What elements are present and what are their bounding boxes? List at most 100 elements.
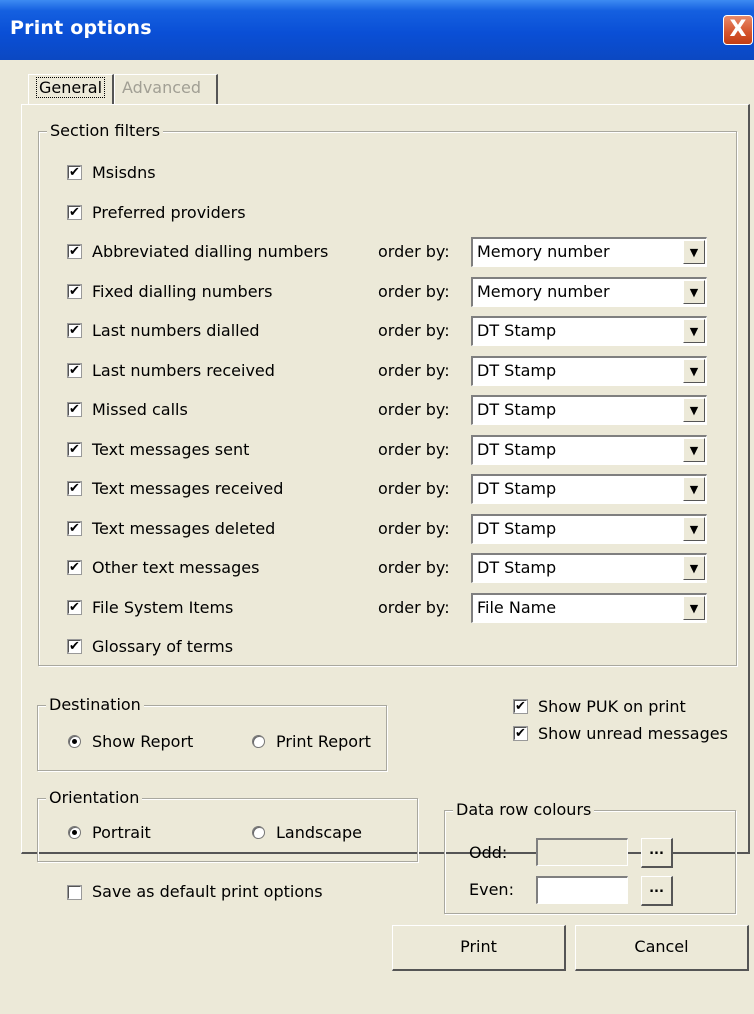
order-by-value: DT Stamp xyxy=(477,321,557,340)
filter-checkbox[interactable]: ✔ xyxy=(67,363,82,378)
order-by-label: order by: xyxy=(378,361,450,380)
filter-label: Text messages deleted xyxy=(92,519,276,538)
print-report-label: Print Report xyxy=(276,732,371,751)
landscape-label: Landscape xyxy=(276,823,362,842)
filter-label: Missed calls xyxy=(92,400,188,419)
close-button[interactable]: X xyxy=(723,15,753,45)
title-bar: Print options X xyxy=(0,0,754,60)
filter-label: File System Items xyxy=(92,598,234,617)
save-default-label: Save as default print options xyxy=(92,882,323,901)
order-by-select[interactable]: Memory number ▼ xyxy=(471,277,707,307)
tab-advanced-label: Advanced xyxy=(122,78,202,97)
odd-colour-swatch xyxy=(536,838,628,866)
save-default-checkbox[interactable] xyxy=(67,885,82,900)
order-by-value: File Name xyxy=(477,598,557,617)
filter-checkbox[interactable]: ✔ xyxy=(67,560,82,575)
order-by-select[interactable]: DT Stamp ▼ xyxy=(471,316,707,346)
order-by-select[interactable]: DT Stamp ▼ xyxy=(471,474,707,504)
even-label: Even: xyxy=(469,880,514,899)
order-by-value: DT Stamp xyxy=(477,479,557,498)
filter-checkbox[interactable]: ✔ xyxy=(67,284,82,299)
odd-colour-button-label: ... xyxy=(649,843,664,858)
print-report-radio[interactable] xyxy=(252,735,265,748)
order-by-value: DT Stamp xyxy=(477,361,557,380)
order-by-value: DT Stamp xyxy=(477,440,557,459)
even-colour-button-label: ... xyxy=(649,881,664,896)
tab-general-label: General xyxy=(36,77,106,98)
filter-checkbox[interactable]: ✔ xyxy=(67,323,82,338)
filter-label: Last numbers dialled xyxy=(92,321,260,340)
order-by-select[interactable]: DT Stamp ▼ xyxy=(471,435,707,465)
filter-checkbox[interactable]: ✔ xyxy=(67,521,82,536)
dropdown-arrow-icon[interactable]: ▼ xyxy=(683,280,705,304)
filter-label: Msisdns xyxy=(92,163,156,182)
filter-checkbox[interactable]: ✔ xyxy=(67,442,82,457)
show-report-label: Show Report xyxy=(92,732,194,751)
odd-colour-button[interactable]: ... xyxy=(641,838,673,868)
order-by-value: DT Stamp xyxy=(477,558,557,577)
close-icon: X xyxy=(729,17,747,42)
filter-checkbox[interactable]: ✔ xyxy=(67,639,82,654)
filter-checkbox[interactable]: ✔ xyxy=(67,244,82,259)
filter-checkbox[interactable]: ✔ xyxy=(67,165,82,180)
order-by-label: order by: xyxy=(378,282,450,301)
filter-label: Other text messages xyxy=(92,558,260,577)
order-by-select[interactable]: File Name ▼ xyxy=(471,593,707,623)
order-by-label: order by: xyxy=(378,400,450,419)
filter-label: Abbreviated dialling numbers xyxy=(92,242,329,261)
order-by-label: order by: xyxy=(378,242,450,261)
filter-label: Last numbers received xyxy=(92,361,275,380)
order-by-label: order by: xyxy=(378,558,450,577)
order-by-select[interactable]: DT Stamp ▼ xyxy=(471,356,707,386)
order-by-label: order by: xyxy=(378,440,450,459)
destination-legend: Destination xyxy=(46,695,144,715)
even-colour-button[interactable]: ... xyxy=(641,876,673,906)
filter-checkbox[interactable]: ✔ xyxy=(67,402,82,417)
cancel-button-label: Cancel xyxy=(634,937,689,956)
order-by-value: DT Stamp xyxy=(477,519,557,538)
filter-label: Text messages sent xyxy=(92,440,250,459)
tab-advanced[interactable]: Advanced xyxy=(114,74,218,104)
print-button[interactable]: Print xyxy=(392,925,566,971)
dropdown-arrow-icon[interactable]: ▼ xyxy=(683,556,705,580)
dropdown-arrow-icon[interactable]: ▼ xyxy=(683,438,705,462)
portrait-label: Portrait xyxy=(92,823,151,842)
dropdown-arrow-icon[interactable]: ▼ xyxy=(683,596,705,620)
orientation-legend: Orientation xyxy=(46,788,143,808)
section-filters-legend: Section filters xyxy=(47,121,164,141)
order-by-label: order by: xyxy=(378,519,450,538)
dropdown-arrow-icon[interactable]: ▼ xyxy=(683,319,705,343)
order-by-label: order by: xyxy=(378,479,450,498)
portrait-radio[interactable] xyxy=(68,826,81,839)
dropdown-arrow-icon[interactable]: ▼ xyxy=(683,240,705,264)
order-by-value: Memory number xyxy=(477,282,610,301)
filter-label: Text messages received xyxy=(92,479,284,498)
filter-checkbox[interactable]: ✔ xyxy=(67,600,82,615)
show-unread-checkbox[interactable]: ✔ xyxy=(513,726,528,741)
filter-label: Glossary of terms xyxy=(92,637,234,656)
order-by-select[interactable]: DT Stamp ▼ xyxy=(471,395,707,425)
filter-checkbox[interactable]: ✔ xyxy=(67,481,82,496)
dropdown-arrow-icon[interactable]: ▼ xyxy=(683,477,705,501)
order-by-value: Memory number xyxy=(477,242,610,261)
print-button-label: Print xyxy=(460,937,497,956)
dropdown-arrow-icon[interactable]: ▼ xyxy=(683,398,705,422)
order-by-select[interactable]: Memory number ▼ xyxy=(471,237,707,267)
order-by-select[interactable]: DT Stamp ▼ xyxy=(471,514,707,544)
show-report-radio[interactable] xyxy=(68,735,81,748)
filter-label: Fixed dialling numbers xyxy=(92,282,273,301)
order-by-value: DT Stamp xyxy=(477,400,557,419)
filter-checkbox[interactable]: ✔ xyxy=(67,205,82,220)
order-by-select[interactable]: DT Stamp ▼ xyxy=(471,553,707,583)
order-by-label: order by: xyxy=(378,598,450,617)
dropdown-arrow-icon[interactable]: ▼ xyxy=(683,359,705,383)
show-puk-checkbox[interactable]: ✔ xyxy=(513,699,528,714)
even-colour-swatch xyxy=(536,876,628,904)
window-title: Print options xyxy=(10,17,152,39)
landscape-radio[interactable] xyxy=(252,826,265,839)
cancel-button[interactable]: Cancel xyxy=(575,925,749,971)
tab-general[interactable]: General xyxy=(28,74,114,104)
data-row-colours-legend: Data row colours xyxy=(453,800,595,820)
order-by-label: order by: xyxy=(378,321,450,340)
dropdown-arrow-icon[interactable]: ▼ xyxy=(683,517,705,541)
